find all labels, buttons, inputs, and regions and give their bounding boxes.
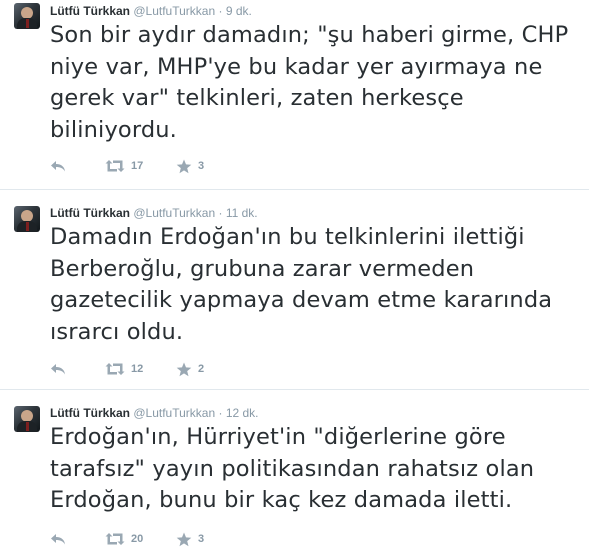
tweet-actions: 12 2 [50,360,350,378]
reply-button[interactable] [50,360,66,378]
author-handle[interactable]: @LutfuTurkkan [133,406,215,420]
tweet-text: Son bir aydır damadın; "şu haberi girme,… [50,22,569,143]
tweet[interactable]: Lütfü Türkkan @LutfuTurkkan · 12 dk. Erd… [0,390,589,553]
retweet-count: 20 [131,533,144,545]
timestamp[interactable]: 9 dk. [226,4,252,18]
favorite-count: 3 [198,533,205,545]
author-name[interactable]: Lütfü Türkkan [50,4,130,18]
timestamp[interactable]: 11 dk. [226,206,258,220]
tweet[interactable]: Lütfü Türkkan @LutfuTurkkan · 9 dk. Son … [0,0,589,190]
tweet-header: Lütfü Türkkan @LutfuTurkkan · 9 dk. [50,4,252,19]
tweet-actions: 20 3 [50,530,350,548]
retweet-icon [105,363,125,375]
author-handle[interactable]: @LutfuTurkkan [133,4,215,18]
tweet-text: Damadın Erdoğan'ın bu telkinlerini ilett… [50,224,553,345]
retweet-count: 12 [131,363,144,375]
favorite-count: 3 [198,160,205,172]
favorite-button[interactable]: 3 [176,530,204,548]
reply-button[interactable] [50,157,66,175]
tweet-feed: Lütfü Türkkan @LutfuTurkkan · 9 dk. Son … [0,0,589,553]
star-icon [176,159,192,173]
star-icon [176,362,192,376]
favorite-button[interactable]: 2 [176,360,204,378]
retweet-button[interactable]: 20 [105,530,143,548]
separator: · [218,4,223,18]
author-name[interactable]: Lütfü Türkkan [50,206,130,220]
retweet-icon [105,533,125,545]
avatar[interactable] [14,206,40,232]
author-handle[interactable]: @LutfuTurkkan [133,206,215,220]
retweet-button[interactable]: 17 [105,157,143,175]
reply-icon [51,534,65,545]
star-icon [176,532,192,546]
retweet-button[interactable]: 12 [105,360,143,378]
separator: · [218,206,223,220]
avatar[interactable] [14,3,40,29]
favorite-button[interactable]: 3 [176,157,204,175]
tweet-header: Lütfü Türkkan @LutfuTurkkan · 11 dk. [50,206,258,221]
tweet-header: Lütfü Türkkan @LutfuTurkkan · 12 dk. [50,406,259,421]
retweet-icon [105,160,125,172]
timestamp[interactable]: 12 dk. [226,406,259,420]
avatar[interactable] [14,406,40,432]
separator: · [218,406,223,420]
reply-button[interactable] [50,530,66,548]
tweet[interactable]: Lütfü Türkkan @LutfuTurkkan · 11 dk. Dam… [0,190,589,390]
reply-icon [51,161,65,172]
favorite-count: 2 [198,363,205,375]
tweet-actions: 17 3 [50,157,350,175]
reply-icon [51,364,65,375]
author-name[interactable]: Lütfü Türkkan [50,406,130,420]
tweet-text: Erdoğan'ın, Hürriyet'in "diğerlerine gör… [50,424,535,513]
retweet-count: 17 [131,160,144,172]
